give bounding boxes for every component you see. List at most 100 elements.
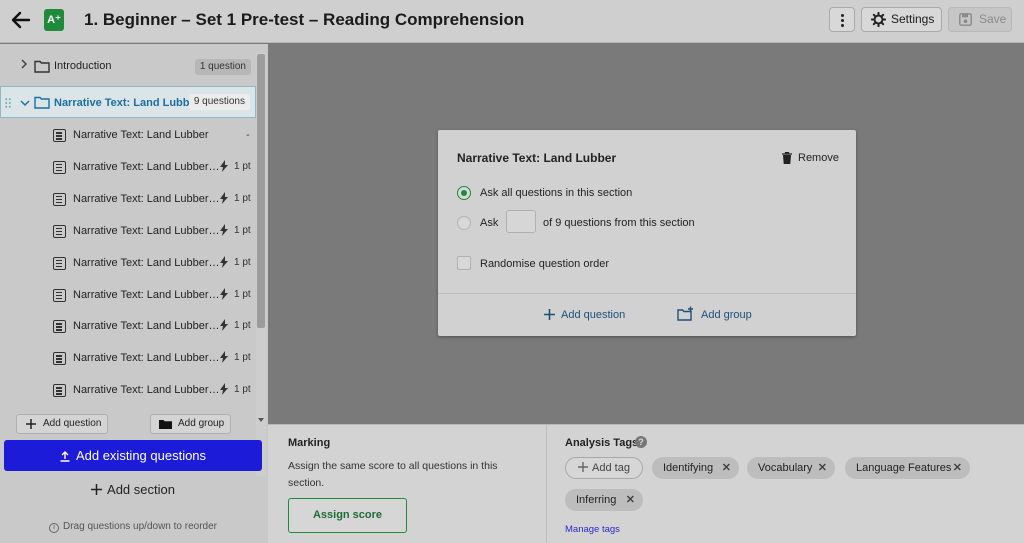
question-points: 1 pt bbox=[234, 160, 251, 172]
tag-language-features: Language Features ✕ bbox=[845, 457, 970, 479]
tree-question-item[interactable]: Narrative Text: Land Lubber… 1 pt bbox=[0, 284, 256, 308]
add-existing-questions-button[interactable]: Add existing questions bbox=[4, 440, 262, 471]
more-options-button[interactable] bbox=[829, 7, 855, 32]
plus-icon bbox=[544, 308, 555, 320]
top-bar: A⁺ 1. Beginner – Set 1 Pre-test – Readin… bbox=[0, 0, 1024, 43]
card-title: Narrative Text: Land Lubber bbox=[457, 151, 617, 165]
tree-question-item[interactable]: Narrative Text: Land Lubber… 1 pt bbox=[0, 379, 256, 403]
scrollbar-thumb[interactable] bbox=[257, 54, 265, 328]
tree-item-label: Narrative Text: Land Lubber bbox=[54, 97, 200, 109]
add-existing-label: Add existing questions bbox=[75, 448, 207, 463]
lightning-icon bbox=[220, 159, 228, 172]
sidebar-scrollbar[interactable] bbox=[256, 52, 266, 476]
question-doc-icon bbox=[53, 160, 66, 174]
tree-question-item[interactable]: Narrative Text: Land Lubber - bbox=[0, 124, 256, 148]
settings-button[interactable]: Settings bbox=[861, 7, 942, 32]
tree-item-introduction[interactable]: Introduction 1 question bbox=[0, 56, 256, 78]
settings-label: Settings bbox=[891, 12, 935, 26]
page-title: 1. Beginner – Set 1 Pre-test – Reading C… bbox=[84, 10, 525, 29]
chevron-down-icon[interactable] bbox=[20, 98, 30, 110]
question-count-input[interactable] bbox=[506, 210, 536, 233]
question-doc-icon bbox=[53, 352, 66, 366]
question-tree: Introduction 1 question Narrative Text: … bbox=[0, 44, 256, 434]
save-button[interactable]: Save bbox=[948, 7, 1012, 32]
question-points: 1 pt bbox=[234, 224, 251, 236]
ask-label: Ask bbox=[480, 217, 499, 229]
tree-question-item[interactable]: Narrative Text: Land Lubber… 1 pt bbox=[0, 252, 256, 276]
reorder-hint: i Drag questions up/down to reorder bbox=[0, 521, 266, 533]
kebab-dot-icon bbox=[841, 14, 844, 17]
card-add-question-label: Add question bbox=[561, 309, 626, 321]
kebab-dot-icon bbox=[841, 19, 844, 22]
ask-some-radio[interactable] bbox=[457, 216, 471, 230]
lightning-icon bbox=[220, 383, 228, 396]
question-label: Narrative Text: Land Lubber… bbox=[73, 352, 220, 365]
add-folder-icon bbox=[677, 306, 693, 321]
upload-icon bbox=[60, 451, 70, 462]
question-points: - bbox=[246, 129, 250, 141]
remove-tag-icon[interactable]: ✕ bbox=[818, 457, 827, 479]
tree-question-item[interactable]: Narrative Text: Land Lubber… 1 pt bbox=[0, 188, 256, 212]
tree-question-item[interactable]: Narrative Text: Land Lubber… 1 pt bbox=[0, 156, 256, 180]
tree-item-section[interactable]: Narrative Text: Land Lubber 9 questions bbox=[0, 86, 256, 118]
card-add-question-button[interactable]: Add question bbox=[544, 308, 626, 321]
help-icon[interactable]: ? bbox=[635, 436, 647, 448]
marking-title: Marking bbox=[288, 437, 331, 449]
remove-tag-icon[interactable]: ✕ bbox=[953, 457, 962, 479]
section-settings-card: Narrative Text: Land Lubber Remove Ask a… bbox=[438, 130, 856, 336]
gear-icon bbox=[871, 12, 886, 27]
tag-vocabulary: Vocabulary ✕ bbox=[747, 457, 835, 479]
question-points: 1 pt bbox=[234, 288, 251, 300]
trash-icon bbox=[782, 152, 792, 164]
back-arrow-icon[interactable] bbox=[10, 9, 32, 31]
save-icon bbox=[959, 13, 972, 26]
tree-question-item[interactable]: Narrative Text: Land Lubber… 1 pt bbox=[0, 220, 256, 244]
question-label: Narrative Text: Land Lubber… bbox=[73, 256, 220, 269]
assign-score-button[interactable]: Assign score bbox=[288, 498, 407, 533]
remove-button[interactable]: Remove bbox=[782, 152, 839, 164]
manage-tags-link[interactable]: Manage tags bbox=[565, 524, 620, 535]
marking-description: Assign the same score to all questions i… bbox=[288, 460, 498, 489]
plus-icon bbox=[26, 419, 36, 429]
chevron-right-icon[interactable] bbox=[21, 59, 28, 72]
add-group-label: Add group bbox=[178, 418, 225, 429]
lightning-icon bbox=[220, 255, 228, 268]
ask-all-radio[interactable] bbox=[457, 186, 471, 200]
question-count-badge: 9 questions bbox=[188, 94, 250, 110]
folder-filled-icon bbox=[159, 420, 172, 429]
randomise-checkbox[interactable] bbox=[457, 256, 471, 270]
remove-tag-icon[interactable]: ✕ bbox=[626, 489, 635, 511]
question-doc-icon bbox=[53, 129, 66, 142]
drag-handle-icon[interactable] bbox=[5, 98, 11, 111]
tree-question-item[interactable]: Narrative Text: Land Lubber… 1 pt bbox=[0, 347, 256, 371]
lightning-icon bbox=[220, 351, 228, 364]
question-doc-icon bbox=[53, 384, 66, 398]
card-add-group-button[interactable]: Add group bbox=[677, 306, 752, 321]
tag-inferring: Inferring ✕ bbox=[565, 489, 643, 511]
add-question-button[interactable]: Add question bbox=[16, 414, 108, 434]
question-label: Narrative Text: Land Lubber bbox=[73, 129, 209, 141]
reorder-hint-text: Drag questions up/down to reorder bbox=[63, 521, 217, 532]
app-logo-icon: A⁺ bbox=[44, 9, 64, 31]
bottom-panels: Marking Assign the same score to all que… bbox=[268, 424, 1024, 543]
tree-question-item[interactable]: Narrative Text: Land Lubber… 1 pt bbox=[0, 315, 256, 339]
question-doc-icon bbox=[53, 288, 66, 302]
save-label: Save bbox=[979, 12, 1007, 26]
tag-label: Identifying bbox=[663, 462, 714, 474]
question-points: 1 pt bbox=[234, 256, 251, 268]
question-doc-icon bbox=[53, 256, 66, 270]
ask-suffix-label: of 9 questions from this section bbox=[543, 217, 695, 229]
add-tag-button[interactable]: Add tag bbox=[565, 457, 643, 479]
add-group-button[interactable]: Add group bbox=[150, 414, 231, 434]
scroll-down-arrow-icon[interactable] bbox=[258, 418, 264, 422]
plus-icon bbox=[578, 462, 589, 473]
question-label: Narrative Text: Land Lubber… bbox=[73, 224, 220, 237]
lightning-icon bbox=[220, 223, 228, 236]
lightning-icon bbox=[220, 191, 228, 204]
card-add-group-label: Add group bbox=[701, 309, 752, 321]
add-section-button[interactable]: Add section bbox=[0, 482, 266, 497]
remove-tag-icon[interactable]: ✕ bbox=[722, 457, 731, 479]
question-label: Narrative Text: Land Lubber… bbox=[73, 160, 220, 173]
question-label: Narrative Text: Land Lubber… bbox=[73, 320, 220, 333]
add-section-label: Add section bbox=[107, 482, 175, 497]
